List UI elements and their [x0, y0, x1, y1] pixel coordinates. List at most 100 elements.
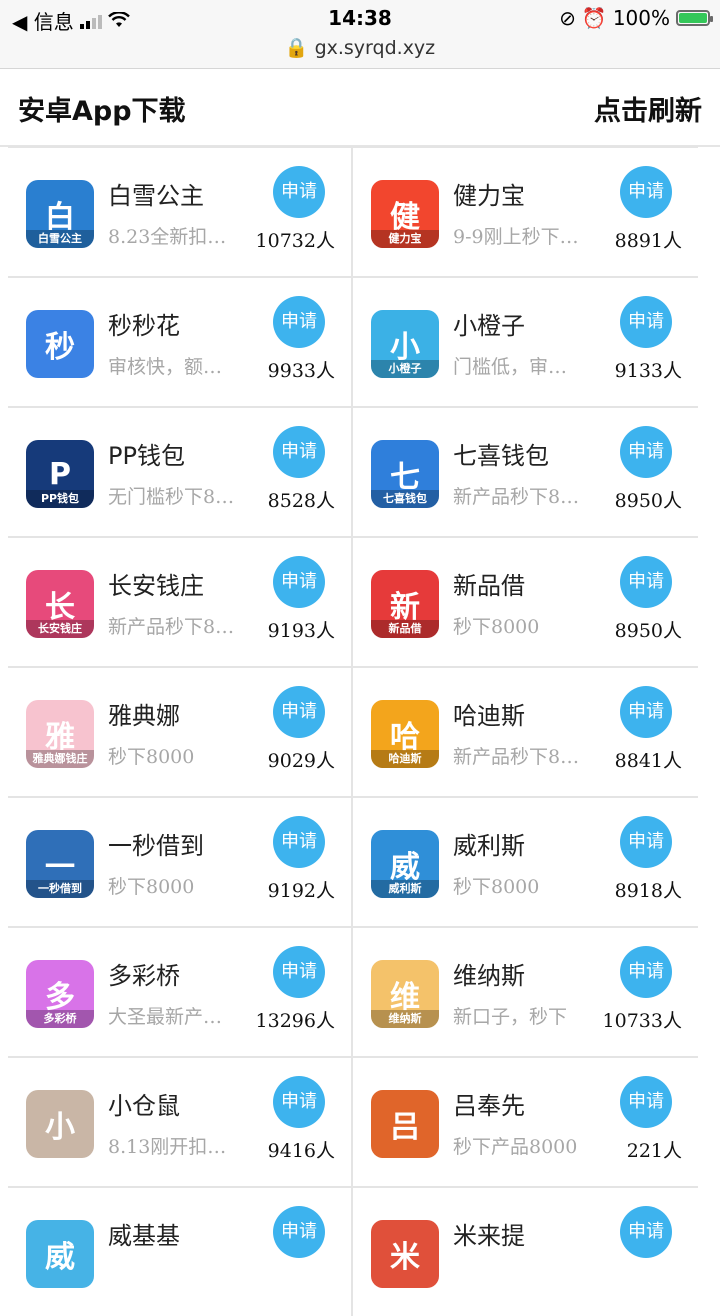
- venice-app-icon[interactable]: 威威利斯: [371, 830, 439, 898]
- athena-app-icon[interactable]: 雅雅典娜钱庄: [26, 700, 94, 768]
- app-icon-caption: 威利斯: [371, 880, 439, 898]
- app-card[interactable]: 雅雅典娜钱庄 雅典娜 秒下8000 申请 9029人: [8, 666, 351, 796]
- applicant-count: 10733人: [602, 1010, 682, 1032]
- app-name[interactable]: 秒秒花: [108, 306, 180, 341]
- page-header: 安卓App下载 点击刷新: [0, 69, 720, 147]
- app-card[interactable]: 小小橙子 小橙子 门槛低，审… 申请 9133人: [353, 276, 698, 406]
- app-name[interactable]: 雅典娜: [108, 696, 180, 731]
- applicant-count: 9416人: [267, 1140, 335, 1162]
- orange-app-icon[interactable]: 小小橙子: [371, 310, 439, 378]
- snow-white-app-icon[interactable]: 白白雪公主: [26, 180, 94, 248]
- app-icon-caption: 一秒借到: [26, 880, 94, 898]
- app-name[interactable]: 小仓鼠: [108, 1086, 180, 1121]
- app-name[interactable]: 七喜钱包: [453, 436, 549, 471]
- apply-button[interactable]: 申请: [273, 426, 325, 478]
- page-title: 安卓App下载: [18, 96, 186, 127]
- apply-button[interactable]: 申请: [620, 1206, 672, 1258]
- app-name[interactable]: 威利斯: [453, 826, 525, 861]
- app-card[interactable]: 哈哈迪斯 哈迪斯 新产品秒下8… 申请 8841人: [353, 666, 698, 796]
- app-name[interactable]: 白雪公主: [108, 176, 204, 211]
- app-card[interactable]: 秒秒秒花审核快，额… 申请 9933人: [8, 276, 351, 406]
- app-card[interactable]: 长长安钱庄 长安钱庄 新产品秒下8… 申请 9193人: [8, 536, 351, 666]
- apply-button[interactable]: 申请: [620, 686, 672, 738]
- apply-button[interactable]: 申请: [620, 556, 672, 608]
- app-icon-caption: 小橙子: [371, 360, 439, 378]
- apply-button[interactable]: 申请: [273, 296, 325, 348]
- battery-percent: 100%: [612, 6, 670, 30]
- apply-button[interactable]: 申请: [620, 166, 672, 218]
- app-card[interactable]: 米米来提 申请: [353, 1186, 698, 1316]
- app-card[interactable]: 一一秒借到 一秒借到 秒下8000 申请 9192人: [8, 796, 351, 926]
- app-card[interactable]: P PP钱包 PP钱包 无门槛秒下8… 申请 8528人: [8, 406, 351, 536]
- apply-button[interactable]: 申请: [273, 556, 325, 608]
- app-name[interactable]: PP钱包: [108, 436, 185, 471]
- jianlibao-app-icon[interactable]: 健健力宝: [371, 180, 439, 248]
- rocket-app-icon[interactable]: 一一秒借到: [26, 830, 94, 898]
- apply-button[interactable]: 申请: [273, 946, 325, 998]
- qixi-wallet-app-icon[interactable]: 七七喜钱包: [371, 440, 439, 508]
- app-card[interactable]: 白白雪公主 白雪公主 8.23全新扣… 申请 10732人: [8, 146, 351, 276]
- app-description: 9-9刚上秒下…: [453, 226, 579, 248]
- app-name[interactable]: 长安钱庄: [108, 566, 204, 601]
- app-description: 秒下产品8000: [453, 1136, 578, 1158]
- apply-button[interactable]: 申请: [620, 816, 672, 868]
- app-description: 审核快，额…: [108, 356, 223, 378]
- lvfengxian-app-icon[interactable]: 吕: [371, 1090, 439, 1158]
- pp-wallet-app-icon[interactable]: P PP钱包: [26, 440, 94, 508]
- apply-button[interactable]: 申请: [620, 296, 672, 348]
- app-card[interactable]: 维维纳斯 维纳斯 新口子，秒下 申请 10733人: [353, 926, 698, 1056]
- app-description: 秒下8000: [453, 616, 540, 638]
- app-card[interactable]: 七七喜钱包 七喜钱包 新产品秒下8… 申请 8950人: [353, 406, 698, 536]
- applicant-count: 221人: [626, 1140, 682, 1162]
- app-name[interactable]: 小橙子: [453, 306, 525, 341]
- changan-app-icon[interactable]: 长长安钱庄: [26, 570, 94, 638]
- apply-button[interactable]: 申请: [273, 816, 325, 868]
- applicant-count: 10732人: [255, 230, 335, 252]
- app-description: 大圣最新产…: [108, 1006, 223, 1028]
- app-card[interactable]: 威威基基 申请: [8, 1186, 351, 1316]
- venus-app-icon[interactable]: 维维纳斯: [371, 960, 439, 1028]
- pig-app-icon[interactable]: 威: [26, 1220, 94, 1288]
- app-name[interactable]: 吕奉先: [453, 1086, 525, 1121]
- app-card[interactable]: 健健力宝 健力宝 9-9刚上秒下… 申请 8891人: [353, 146, 698, 276]
- app-icon-caption: 七喜钱包: [371, 490, 439, 508]
- app-name[interactable]: 哈迪斯: [453, 696, 525, 731]
- app-name[interactable]: 健力宝: [453, 176, 525, 211]
- applicant-count: 13296人: [255, 1010, 335, 1032]
- status-bar: ◀ 信息 14:38 ⊘ ⏰ 100% 🔒 gx.syrqd.xyz: [0, 0, 720, 69]
- apply-button[interactable]: 申请: [620, 946, 672, 998]
- stopwatch-app-icon[interactable]: 秒: [26, 310, 94, 378]
- app-name[interactable]: 一秒借到: [108, 826, 204, 861]
- app-description: 门槛低，审…: [453, 356, 568, 378]
- url-bar[interactable]: 🔒 gx.syrqd.xyz: [0, 36, 720, 59]
- app-description: 新产品秒下8…: [108, 616, 235, 638]
- xinpinjie-app-icon[interactable]: 新新品借: [371, 570, 439, 638]
- applicant-count: 9133人: [614, 360, 682, 382]
- rainbow-bridge-app-icon[interactable]: 多多彩桥: [26, 960, 94, 1028]
- apply-button[interactable]: 申请: [620, 1076, 672, 1128]
- hamster-app-icon[interactable]: 小: [26, 1090, 94, 1158]
- app-description: 8.13刚开扣…: [108, 1136, 227, 1158]
- apply-button[interactable]: 申请: [273, 1206, 325, 1258]
- app-name[interactable]: 米来提: [453, 1216, 525, 1251]
- apply-button[interactable]: 申请: [273, 686, 325, 738]
- app-card[interactable]: 小小仓鼠 8.13刚开扣… 申请 9416人: [8, 1056, 351, 1186]
- app-card[interactable]: 吕吕奉先秒下产品8000 申请 221人: [353, 1056, 698, 1186]
- app-name[interactable]: 多彩桥: [108, 956, 180, 991]
- apply-button[interactable]: 申请: [273, 1076, 325, 1128]
- refresh-button[interactable]: 点击刷新: [594, 89, 702, 128]
- app-card[interactable]: 多多彩桥 多彩桥大圣最新产… 申请 13296人: [8, 926, 351, 1056]
- applicant-count: 9933人: [267, 360, 335, 382]
- applicant-count: 9192人: [267, 880, 335, 902]
- applicant-count: 8918人: [614, 880, 682, 902]
- hades-app-icon[interactable]: 哈哈迪斯: [371, 700, 439, 768]
- app-card[interactable]: 新新品借 新品借 秒下8000 申请 8950人: [353, 536, 698, 666]
- mouse-app-icon[interactable]: 米: [371, 1220, 439, 1288]
- app-name[interactable]: 维纳斯: [453, 956, 525, 991]
- app-name[interactable]: 威基基: [108, 1216, 180, 1251]
- app-description: 无门槛秒下8…: [108, 486, 235, 508]
- apply-button[interactable]: 申请: [273, 166, 325, 218]
- app-card[interactable]: 威威利斯 威利斯 秒下8000 申请 8918人: [353, 796, 698, 926]
- apply-button[interactable]: 申请: [620, 426, 672, 478]
- app-name[interactable]: 新品借: [453, 566, 525, 601]
